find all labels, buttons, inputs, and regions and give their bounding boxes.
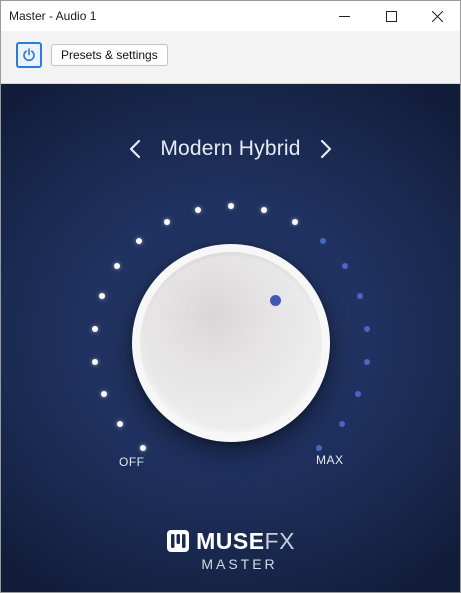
level-dot [363,359,370,366]
window-title: Master - Audio 1 [9,9,97,23]
maximize-icon [385,10,397,22]
level-dot [316,444,323,451]
brand-subtitle: MASTER [201,556,278,572]
knob-max-label: MAX [316,453,344,467]
minimize-button[interactable] [321,1,367,31]
level-dot [92,359,99,366]
musefx-logo-icon [167,530,190,552]
power-button[interactable] [16,42,42,68]
plugin-window: Master - Audio 1 Presets & settings Mode… [0,0,461,593]
level-dot [355,391,362,398]
brand-muse: MUSE [196,527,265,554]
knob-indicator [270,295,281,306]
plugin-panel: Modern Hybrid OFF MAX MUSE FX MASTER [1,84,460,592]
level-dot [292,219,299,226]
knob-face [140,252,322,434]
brand-logo: MUSE FX MASTER [1,527,460,572]
level-dot [194,207,201,214]
close-icon [431,10,443,22]
level-dot [364,325,371,332]
minimize-icon [338,15,350,17]
level-dot [319,238,326,245]
power-icon [23,48,35,62]
level-dot [99,293,106,300]
level-dot [91,325,98,332]
knob-min-label: OFF [119,455,145,469]
level-dot [139,444,146,451]
brand-fx: FX [264,527,295,554]
level-dot [114,263,121,270]
level-dot [356,293,363,300]
level-dot [338,420,345,427]
master-knob[interactable] [132,244,330,442]
title-bar[interactable]: Master - Audio 1 [1,1,460,31]
presets-settings-button[interactable]: Presets & settings [51,44,168,66]
level-dot [136,238,143,245]
level-dot [100,391,107,398]
close-button[interactable] [414,1,460,31]
level-dot [261,207,268,214]
level-dot [228,203,234,209]
maximize-button[interactable] [368,1,414,31]
toolbar: Presets & settings [1,31,460,84]
level-dot [341,263,348,270]
level-dot [163,219,170,226]
level-dot [117,420,124,427]
